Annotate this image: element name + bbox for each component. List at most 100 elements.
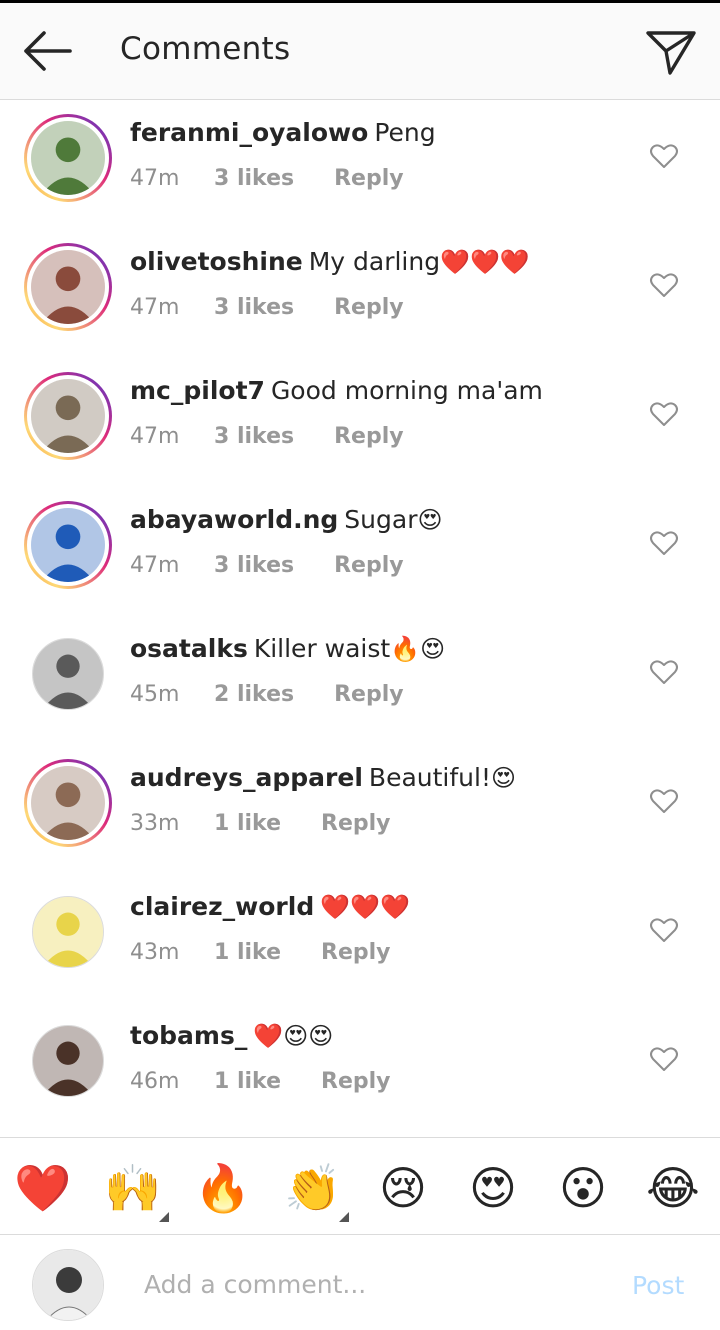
comment-emoji: ❤️❤️❤️ bbox=[320, 893, 410, 921]
like-comment-button[interactable] bbox=[648, 398, 680, 430]
avatar-story-ring[interactable] bbox=[24, 114, 112, 202]
comment-username[interactable]: feranmi_oyalowo bbox=[130, 118, 368, 147]
comment-meta: 46m 1 like Reply bbox=[130, 1069, 391, 1094]
comment-username[interactable]: clairez_world bbox=[130, 892, 314, 921]
comment-likes[interactable]: 3 likes bbox=[214, 553, 294, 578]
comment-time: 43m bbox=[130, 940, 180, 965]
comment-time: 47m bbox=[130, 424, 180, 449]
avatar-story-ring[interactable] bbox=[24, 501, 112, 589]
reply-button[interactable]: Reply bbox=[321, 811, 391, 836]
reply-button[interactable]: Reply bbox=[321, 940, 391, 965]
skin-tone-indicator bbox=[339, 1212, 349, 1222]
comment-likes[interactable]: 3 likes bbox=[214, 295, 294, 320]
like-comment-button[interactable] bbox=[648, 140, 680, 172]
comment-row[interactable]: abayaworld.ng Sugar😍 47m 3 likes Reply bbox=[0, 487, 720, 616]
avatar-photo bbox=[31, 508, 105, 582]
quick-emoji-button[interactable]: 😮 bbox=[553, 1160, 613, 1216]
skin-tone-indicator bbox=[159, 1212, 169, 1222]
quick-emoji-button[interactable]: 😂 bbox=[643, 1160, 703, 1216]
reply-button[interactable]: Reply bbox=[334, 682, 404, 707]
comment-username[interactable]: osatalks bbox=[130, 634, 248, 663]
comment-row[interactable]: feranmi_oyalowo Peng 47m 3 likes Reply bbox=[0, 100, 720, 229]
comment-likes[interactable]: 2 likes bbox=[214, 682, 294, 707]
comment-list[interactable]: feranmi_oyalowo Peng 47m 3 likes Reply olivet… bbox=[0, 100, 720, 1137]
comment-meta: 47m 3 likes Reply bbox=[130, 295, 404, 320]
comment-text: Good morning ma'am bbox=[270, 376, 543, 405]
quick-emoji-button[interactable]: 🔥 bbox=[193, 1160, 253, 1216]
reply-button[interactable]: Reply bbox=[334, 553, 404, 578]
avatar[interactable] bbox=[24, 1017, 112, 1105]
comment-body: clairez_world ❤️❤️❤️ bbox=[130, 892, 410, 921]
quick-emoji-button[interactable]: 😍 bbox=[463, 1160, 523, 1216]
like-comment-button[interactable] bbox=[648, 656, 680, 688]
heart-outline-icon bbox=[650, 273, 678, 297]
quick-emoji-button[interactable]: 🙌 bbox=[103, 1160, 163, 1216]
avatar-photo bbox=[32, 638, 104, 710]
like-comment-button[interactable] bbox=[648, 785, 680, 817]
comment-username[interactable]: olivetoshine bbox=[130, 247, 303, 276]
comment-time: 47m bbox=[130, 553, 180, 578]
comment-likes[interactable]: 3 likes bbox=[214, 166, 294, 191]
quick-emoji-button[interactable]: 😢 bbox=[373, 1160, 433, 1216]
comment-row[interactable]: tobams_ ❤️😍😍 46m 1 like Reply bbox=[0, 1003, 720, 1132]
comment-likes[interactable]: 1 like bbox=[214, 940, 281, 965]
comment-body: osatalks Killer waist🔥😍 bbox=[130, 634, 445, 663]
avatar-story-ring[interactable] bbox=[24, 759, 112, 847]
reply-button[interactable]: Reply bbox=[321, 1069, 391, 1094]
comment-emoji: 😍 bbox=[490, 764, 517, 792]
comment-body: abayaworld.ng Sugar😍 bbox=[130, 505, 443, 534]
avatar-photo bbox=[31, 250, 105, 324]
comment-username[interactable]: mc_pilot7 bbox=[130, 376, 265, 405]
avatar-photo bbox=[31, 766, 105, 840]
avatar-photo bbox=[32, 896, 104, 968]
comment-likes[interactable]: 3 likes bbox=[214, 424, 294, 449]
avatar-story-ring[interactable] bbox=[24, 243, 112, 331]
comment-username[interactable]: audreys_apparel bbox=[130, 763, 363, 792]
like-comment-button[interactable] bbox=[648, 1043, 680, 1075]
comment-meta: 47m 3 likes Reply bbox=[130, 166, 404, 191]
like-comment-button[interactable] bbox=[648, 269, 680, 301]
comment-meta: 33m 1 like Reply bbox=[130, 811, 391, 836]
back-button[interactable] bbox=[18, 25, 78, 77]
comment-username[interactable]: abayaworld.ng bbox=[130, 505, 338, 534]
comment-time: 45m bbox=[130, 682, 180, 707]
avatar-photo bbox=[31, 379, 105, 453]
comment-text: Killer waist bbox=[253, 634, 391, 663]
comment-input[interactable] bbox=[144, 1263, 604, 1305]
avatar-photo bbox=[31, 121, 105, 195]
comment-row[interactable]: clairez_world ❤️❤️❤️ 43m 1 like Reply bbox=[0, 874, 720, 1003]
avatar-story-ring[interactable] bbox=[24, 372, 112, 460]
comment-row[interactable]: olivetoshine My darling❤️❤️❤️ 47m 3 likes Re… bbox=[0, 229, 720, 358]
comment-emoji: 🔥😍 bbox=[390, 635, 446, 663]
comment-emoji: ❤️❤️❤️ bbox=[440, 248, 530, 276]
avatar[interactable] bbox=[24, 630, 112, 718]
heart-outline-icon bbox=[650, 789, 678, 813]
post-button[interactable]: Post bbox=[632, 1271, 684, 1300]
comment-text: Peng bbox=[374, 118, 436, 147]
comment-row[interactable]: mc_pilot7 Good morning ma'am 47m 3 likes Rep… bbox=[0, 358, 720, 487]
comment-likes[interactable]: 1 like bbox=[214, 1069, 281, 1094]
heart-outline-icon bbox=[650, 660, 678, 684]
heart-outline-icon bbox=[650, 144, 678, 168]
direct-message-button[interactable] bbox=[640, 21, 702, 81]
heart-outline-icon bbox=[650, 918, 678, 942]
comment-row[interactable]: osatalks Killer waist🔥😍 45m 2 likes Reply bbox=[0, 616, 720, 745]
quick-emoji-button[interactable]: 👏 bbox=[283, 1160, 343, 1216]
paper-plane-icon bbox=[646, 31, 696, 75]
like-comment-button[interactable] bbox=[648, 914, 680, 946]
comment-body: mc_pilot7 Good morning ma'am bbox=[130, 376, 543, 405]
reply-button[interactable]: Reply bbox=[334, 295, 404, 320]
comment-row[interactable]: audreys_apparel Beautiful!😍 33m 1 like Reply bbox=[0, 745, 720, 874]
avatar[interactable] bbox=[24, 888, 112, 976]
quick-emoji-bar: ❤️ 🙌 🔥 👏 😢 😍 😮 😂 bbox=[0, 1137, 720, 1235]
arrow-left-icon bbox=[24, 31, 72, 71]
comment-time: 47m bbox=[130, 295, 180, 320]
reply-button[interactable]: Reply bbox=[334, 166, 404, 191]
comment-likes[interactable]: 1 like bbox=[214, 811, 281, 836]
comment-text: My darling bbox=[308, 247, 441, 276]
quick-emoji-button[interactable]: ❤️ bbox=[13, 1160, 73, 1216]
comment-time: 33m bbox=[130, 811, 180, 836]
comment-username[interactable]: tobams_ bbox=[130, 1021, 247, 1050]
reply-button[interactable]: Reply bbox=[334, 424, 404, 449]
like-comment-button[interactable] bbox=[648, 527, 680, 559]
